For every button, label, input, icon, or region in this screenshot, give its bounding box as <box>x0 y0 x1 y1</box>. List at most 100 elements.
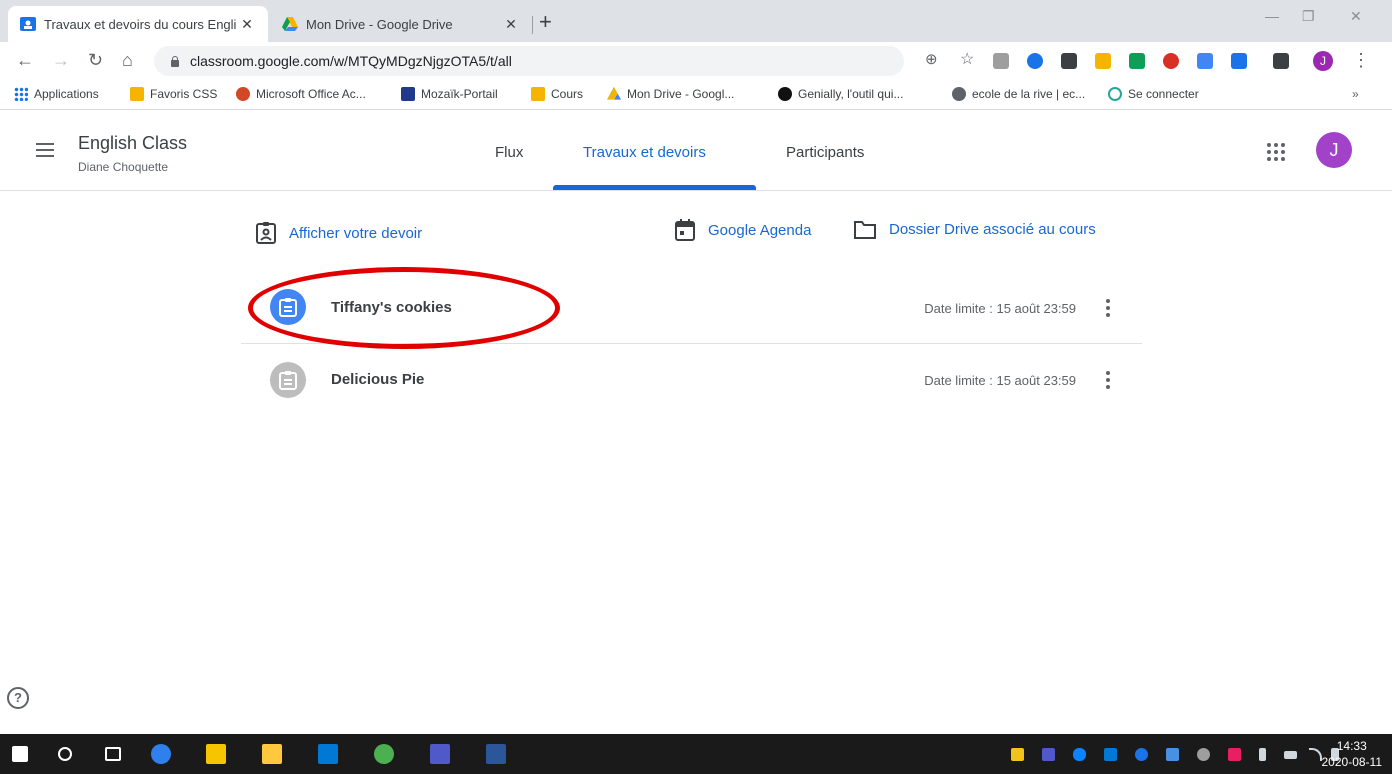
bookmark-microsoft-office[interactable]: Microsoft Office Ac... <box>236 87 366 101</box>
teams-tray-icon[interactable] <box>1042 748 1055 761</box>
task-view-icon[interactable] <box>105 747 121 761</box>
drive-icon <box>607 87 621 100</box>
mozaik-icon <box>401 87 415 101</box>
tab-travaux-et-devoirs[interactable]: Travaux et devoirs <box>583 144 706 161</box>
tab-separator <box>532 16 533 34</box>
assignment-row[interactable]: Delicious Pie Date limite : 15 août 23:5… <box>241 345 1142 415</box>
onedrive-tray-icon[interactable] <box>1073 748 1086 761</box>
close-window-icon[interactable]: ✕ <box>1350 8 1362 25</box>
bookmark-label: Genially, l'outil qui... <box>798 87 904 101</box>
bookmark-mon-drive[interactable]: Mon Drive - Googl... <box>607 87 734 101</box>
extension-adblock-icon[interactable] <box>1163 53 1179 69</box>
assignment-due-date: Date limite : 15 août 23:59 <box>924 373 1076 388</box>
tab-flux[interactable]: Flux <box>495 144 523 161</box>
app-tray-icon[interactable] <box>1166 748 1179 761</box>
bookmark-genially[interactable]: Genially, l'outil qui... <box>778 87 903 101</box>
view-your-work-label: Afficher votre devoir <box>289 224 423 242</box>
extension-hand-icon[interactable] <box>1095 53 1111 69</box>
extension-screen-icon[interactable] <box>1231 53 1247 69</box>
bookmarks-overflow-icon[interactable]: » <box>1352 87 1359 101</box>
drive-favicon-icon <box>282 16 298 32</box>
word-icon[interactable] <box>486 744 506 764</box>
class-name[interactable]: English Class <box>78 133 187 154</box>
tab-classroom[interactable]: Travaux et devoirs du cours Engli ✕ <box>8 6 268 42</box>
more-options-icon[interactable] <box>1106 371 1110 389</box>
bookmark-label: Mon Drive - Googl... <box>627 87 735 101</box>
bookmark-label: Cours <box>551 87 584 101</box>
lock-icon <box>170 55 180 67</box>
active-tab-indicator <box>553 185 756 190</box>
sticky-notes-icon[interactable] <box>206 744 226 764</box>
classroom-favicon-icon <box>20 16 36 32</box>
globe-icon <box>952 87 966 101</box>
link-icon <box>1108 87 1122 101</box>
bookmark-favoris-css[interactable]: Favoris CSS <box>130 87 217 101</box>
address-bar[interactable]: classroom.google.com/w/MTQyMDgzNjgzOTA5/… <box>154 46 904 76</box>
new-tab-button[interactable]: + <box>539 11 552 33</box>
chrome-menu-icon[interactable]: ⋮ <box>1352 51 1370 69</box>
teams-icon[interactable] <box>430 744 450 764</box>
calendar-icon <box>675 219 695 241</box>
chrome-icon[interactable] <box>374 744 394 764</box>
tab-participants[interactable]: Participants <box>786 144 864 161</box>
more-options-icon[interactable] <box>1106 299 1110 317</box>
mail-tray-icon[interactable] <box>1011 748 1024 761</box>
extension-translate-icon[interactable] <box>1197 53 1213 69</box>
system-clock[interactable]: 14:33 2020-08-11 <box>1322 738 1383 770</box>
zoom-icon[interactable]: ⊕ <box>925 51 938 69</box>
google-apps-icon[interactable] <box>1267 143 1285 161</box>
minimize-icon[interactable]: — <box>1265 8 1279 24</box>
sync-tray-icon[interactable] <box>1135 748 1148 761</box>
battery-tray-icon[interactable] <box>1284 751 1297 759</box>
bookmark-cours[interactable]: Cours <box>531 87 583 101</box>
outlook-icon[interactable] <box>318 744 338 764</box>
bookmark-mozaik-portail[interactable]: Mozaïk-Portail <box>401 87 498 101</box>
home-icon[interactable]: ⌂ <box>122 51 133 69</box>
extension-drive-icon[interactable] <box>1129 53 1145 69</box>
classroom-icon <box>531 87 545 101</box>
wifi-tray-icon[interactable] <box>1309 748 1322 761</box>
google-calendar-link[interactable]: Google Agenda <box>674 218 811 242</box>
back-icon[interactable]: ← <box>16 51 34 69</box>
tab-drive[interactable]: Mon Drive - Google Drive ✕ <box>270 6 532 42</box>
bookmark-se-connecter[interactable]: Se connecter <box>1108 87 1199 101</box>
drive-folder-link[interactable]: Dossier Drive associé au cours <box>853 218 1096 240</box>
bookmark-applications[interactable]: Applications <box>14 87 99 101</box>
search-icon[interactable] <box>58 747 72 761</box>
bookmark-label: ecole de la rive | ec... <box>972 87 1086 101</box>
extension-grid-icon[interactable] <box>1061 53 1077 69</box>
help-icon[interactable]: ? <box>7 687 29 709</box>
usb-tray-icon[interactable] <box>1259 748 1266 761</box>
main-menu-icon[interactable] <box>36 143 54 157</box>
restore-icon[interactable]: ❐ <box>1302 8 1315 25</box>
close-tab-icon[interactable]: ✕ <box>502 16 520 33</box>
browser-toolbar: ← → ↻ ⌂ classroom.google.com/w/MTQyMDgzN… <box>0 42 1392 80</box>
windows-taskbar: 14:33 2020-08-11 <box>0 734 1392 774</box>
user-avatar[interactable]: J <box>1316 132 1352 168</box>
genially-icon <box>778 87 792 101</box>
view-your-work-link[interactable]: Afficher votre devoir <box>255 221 422 245</box>
reload-icon[interactable]: ↻ <box>88 51 103 69</box>
close-tab-icon[interactable]: ✕ <box>238 16 256 33</box>
profile-avatar[interactable]: J <box>1313 51 1333 71</box>
extension-check-icon[interactable] <box>1027 53 1043 69</box>
tab-title: Travaux et devoirs du cours Engli <box>44 16 237 32</box>
outlook-tray-icon[interactable] <box>1104 748 1117 761</box>
antivirus-tray-icon[interactable] <box>1228 748 1241 761</box>
drive-folder-label: Dossier Drive associé au cours <box>889 220 1096 238</box>
assignment-due-date: Date limite : 15 août 23:59 <box>924 301 1076 316</box>
bookmark-star-icon[interactable]: ☆ <box>960 51 974 69</box>
windows-start-icon[interactable] <box>12 746 28 762</box>
file-explorer-icon[interactable] <box>262 744 282 764</box>
clock-time: 14:33 <box>1336 739 1367 753</box>
red-circle-annotation <box>248 267 560 349</box>
apps-grid-icon <box>14 87 28 101</box>
extension-office-icon[interactable] <box>993 53 1009 69</box>
phone-tray-icon[interactable] <box>1197 748 1210 761</box>
extensions-puzzle-icon[interactable] <box>1273 53 1289 69</box>
forward-icon[interactable]: → <box>52 51 70 69</box>
teacher-name: Diane Choquette <box>78 160 169 174</box>
edge-icon[interactable] <box>151 744 171 764</box>
bookmark-ecole-de-la-rive[interactable]: ecole de la rive | ec... <box>952 87 1085 101</box>
assignment-title[interactable]: Delicious Pie <box>331 371 424 388</box>
